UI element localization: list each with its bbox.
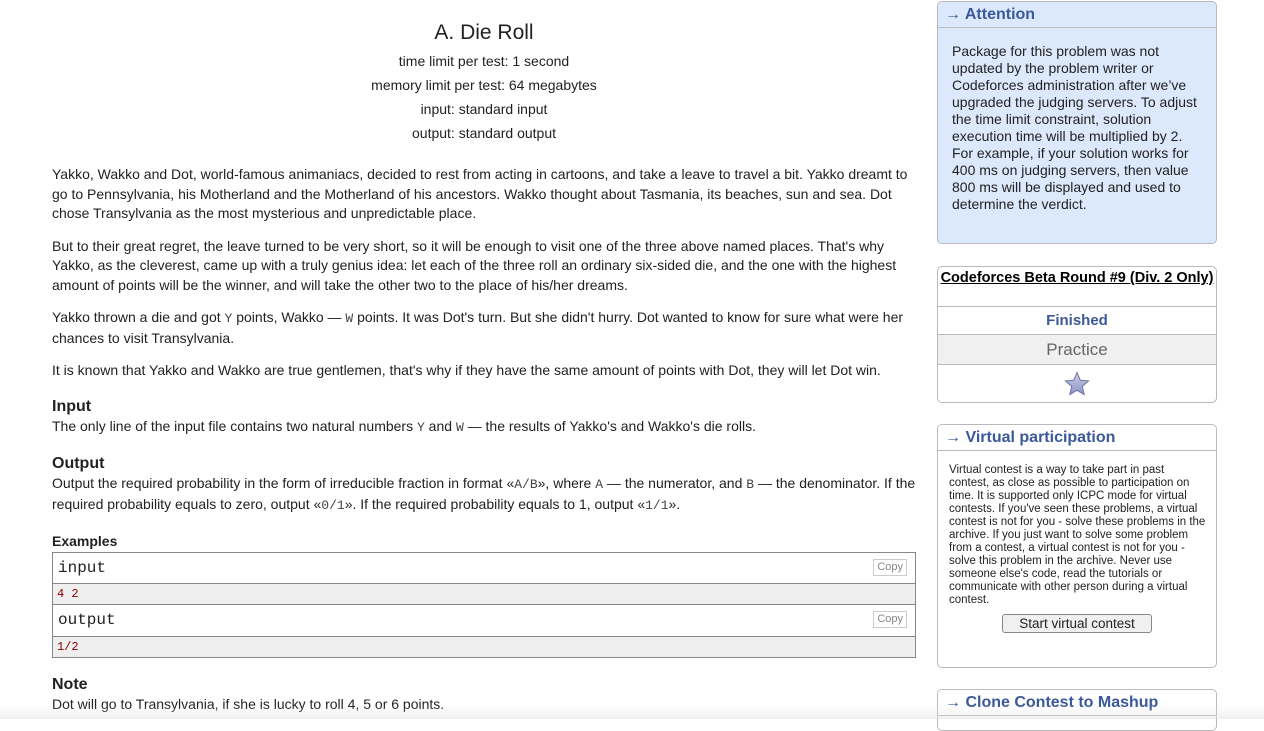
example-output-label: output	[58, 611, 116, 629]
text-span: ».	[668, 495, 681, 512]
problem-statement: A. Die Roll time limit per test: 1 secon…	[52, 0, 916, 715]
note-text: Dot will go to Transylvania, if she is l…	[52, 696, 445, 712]
attention-text: Package for this problem was not updated…	[952, 43, 1197, 212]
contest-status: Finished	[938, 307, 1216, 335]
text-span: and	[424, 417, 456, 434]
statement-paragraph-2: But to their great regret, the leave tur…	[52, 237, 897, 293]
variable: Y	[416, 419, 425, 435]
examples-title: Examples	[52, 533, 118, 549]
clone-contest-box: → Clone Contest to Mashup	[937, 689, 1217, 731]
copy-input-button[interactable]: Copy	[873, 559, 907, 576]
variable: 0/1	[321, 497, 345, 513]
statement-paragraph-4: It is known that Yakko and Wakko are tru…	[52, 362, 881, 378]
text-span: The only line of the input file contains…	[52, 417, 417, 434]
contest-name-link[interactable]: Codeforces Beta Round #9 (Div. 2 Only)	[938, 267, 1216, 307]
clone-title[interactable]: → Clone Contest to Mashup	[938, 690, 1216, 716]
output-specification: Output the required probability in the f…	[52, 474, 916, 515]
memory-limit: memory limit per test: 64 megabytes	[371, 77, 597, 93]
input-section-title: Input	[52, 397, 92, 415]
attention-box: → Attention Package for this problem was…	[937, 1, 1217, 244]
example-input-header: input Copy	[53, 553, 915, 584]
input-specification: The only line of the input file contains…	[52, 417, 916, 438]
text-span: ». If the required probability equals to…	[344, 495, 646, 512]
variable: 1/1	[645, 497, 669, 513]
text-span: points, Wakko —	[232, 309, 346, 325]
text-span: », where	[537, 475, 596, 491]
variable: A/B	[514, 477, 538, 492]
virtual-participation-box: → Virtual participation Virtual contest …	[937, 424, 1217, 668]
input-file: input: standard input	[420, 101, 548, 117]
favourite-toggle[interactable]	[938, 365, 1216, 402]
variable: B	[746, 477, 755, 492]
star-icon[interactable]	[1064, 370, 1090, 397]
text-span: Output the required probability in the f…	[52, 475, 515, 491]
text-span: Yakko thrown a die and got	[52, 309, 225, 325]
variable: W	[455, 419, 464, 435]
text-span: — the numerator, and	[603, 475, 747, 491]
variable: A	[595, 477, 604, 492]
virtual-text: Virtual contest is a way to take part in…	[949, 464, 1206, 606]
text-span: — the results of Yakko's and Wakko's die…	[463, 417, 756, 434]
example-input-label: input	[58, 559, 107, 577]
problem-title: A. Die Roll	[434, 21, 534, 44]
contest-mode: Practice	[938, 335, 1216, 365]
output-section-title: Output	[52, 455, 105, 472]
example-output-block: output Copy 1/2	[52, 605, 916, 658]
example-input-value: 4 2	[53, 584, 915, 604]
example-output-value: 1/2	[53, 637, 915, 657]
statement-paragraph-3: Yakko thrown a die and got Y points, Wak…	[52, 308, 916, 348]
contest-info-box: Codeforces Beta Round #9 (Div. 2 Only) F…	[937, 266, 1217, 403]
copy-output-button[interactable]: Copy	[873, 611, 907, 628]
start-virtual-contest-button[interactable]: Start virtual contest	[1002, 614, 1152, 633]
example-output-header: output Copy	[53, 605, 915, 637]
virtual-title: → Virtual participation	[938, 425, 1216, 451]
example-input-block: input Copy 4 2	[52, 552, 916, 605]
output-file: output: standard output	[412, 125, 556, 141]
statement-paragraph-1: Yakko, Wakko and Dot, world-famous anima…	[52, 166, 908, 221]
problem-header: time limit per test: 1 second memory lim…	[52, 51, 916, 144]
note-section-title: Note	[52, 676, 88, 693]
attention-title: → Attention	[938, 2, 1216, 28]
time-limit: time limit per test: 1 second	[398, 53, 570, 69]
